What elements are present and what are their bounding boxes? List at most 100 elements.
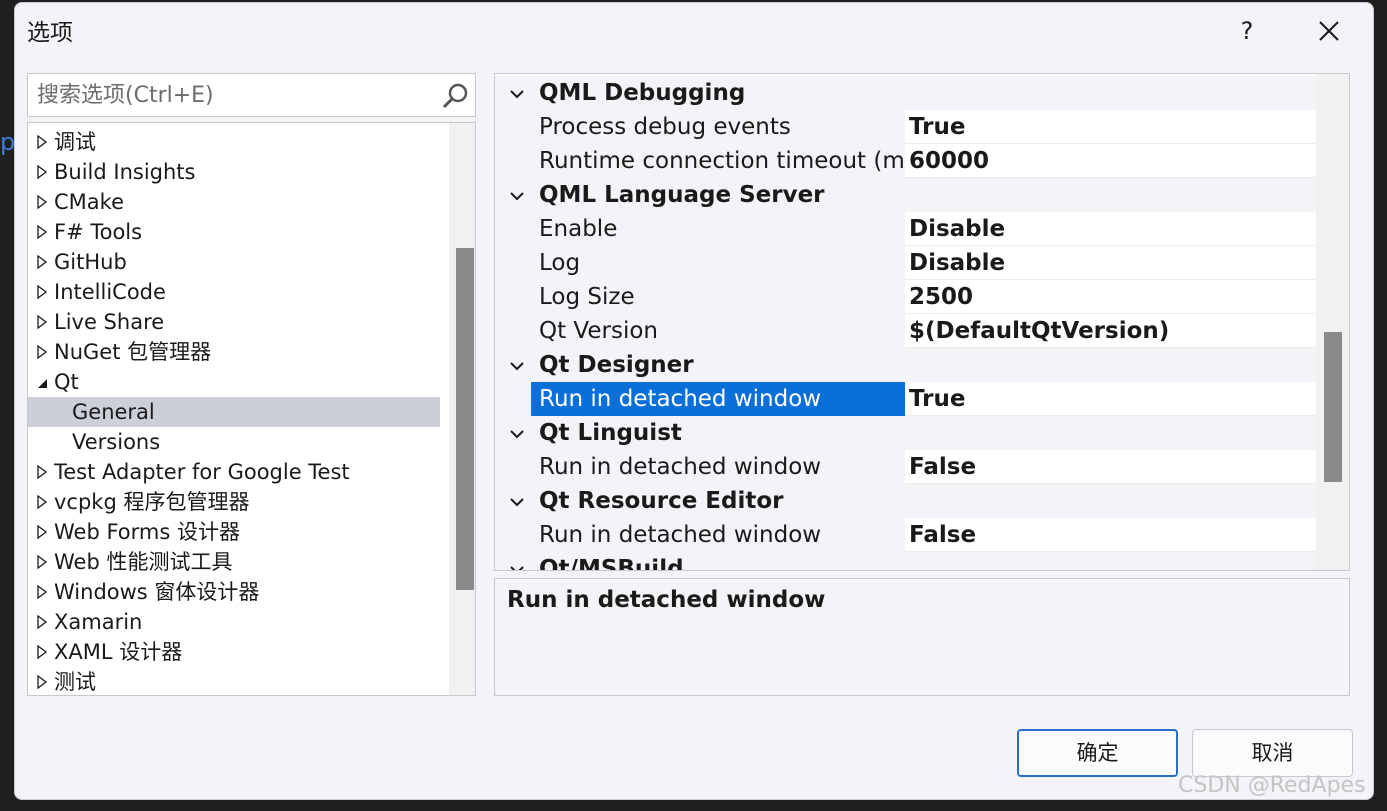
tree-item[interactable]: F# Tools <box>28 217 440 247</box>
tree-item[interactable]: Web Forms 设计器 <box>28 517 440 547</box>
property-row[interactable]: Log Disable <box>495 246 1316 280</box>
help-button[interactable]: ? <box>1227 11 1267 51</box>
ok-button[interactable]: 确定 <box>1017 729 1178 777</box>
tree-scrollbar-thumb[interactable] <box>456 248 474 590</box>
property-name[interactable]: Log <box>531 246 905 280</box>
property-row[interactable]: Runtime connection timeout (m 60000 <box>495 144 1316 178</box>
property-name[interactable]: Run in detached window <box>531 382 905 416</box>
property-value[interactable]: 60000 <box>905 144 1316 178</box>
property-value[interactable]: Disable <box>905 212 1316 246</box>
property-name[interactable]: Process debug events <box>531 110 905 144</box>
cancel-button[interactable]: 取消 <box>1192 729 1353 777</box>
collapsed-arrow-icon[interactable] <box>36 667 48 695</box>
tree-item[interactable]: 测试 <box>28 667 440 695</box>
tree-item[interactable]: XAML 设计器 <box>28 637 440 667</box>
row-gutter <box>495 212 531 246</box>
search-input[interactable] <box>28 74 428 116</box>
collapsed-arrow-icon[interactable] <box>36 517 48 547</box>
grid-scrollbar[interactable] <box>1316 74 1349 570</box>
collapsed-arrow-icon[interactable] <box>36 337 48 367</box>
category-row[interactable]: Qt Designer <box>495 348 1316 382</box>
collapsed-arrow-icon[interactable] <box>36 187 48 217</box>
tree-item-label: Live Share <box>54 310 165 334</box>
property-value-text: 60000 <box>909 148 990 174</box>
tree-item[interactable]: Live Share <box>28 307 440 337</box>
collapsed-arrow-icon[interactable] <box>36 127 48 157</box>
property-value[interactable]: False <box>905 450 1316 484</box>
property-value-text: $(DefaultQtVersion) <box>909 318 1170 344</box>
expanded-arrow-icon[interactable] <box>36 367 48 397</box>
property-name[interactable]: Qt Version <box>531 314 905 348</box>
property-name[interactable]: Log Size <box>531 280 905 314</box>
property-row[interactable]: Enable Disable <box>495 212 1316 246</box>
row-gutter <box>495 382 531 416</box>
collapsed-arrow-icon[interactable] <box>36 277 48 307</box>
tree-item[interactable]: Xamarin <box>28 607 440 637</box>
tree-item-label: vcpkg 程序包管理器 <box>54 490 250 514</box>
search-box <box>27 73 476 117</box>
property-row[interactable]: Run in detached window False <box>495 518 1316 552</box>
tree-item[interactable]: vcpkg 程序包管理器 <box>28 487 440 517</box>
tree-item[interactable]: Web 性能测试工具 <box>28 547 440 577</box>
tree-item-label: Qt <box>54 370 79 394</box>
collapsed-arrow-icon[interactable] <box>36 457 48 487</box>
tree-item-label: Web Forms 设计器 <box>54 520 240 544</box>
chevron-down-icon[interactable] <box>495 484 539 518</box>
property-value[interactable]: $(DefaultQtVersion) <box>905 314 1316 348</box>
collapsed-arrow-icon[interactable] <box>36 577 48 607</box>
property-row[interactable]: Log Size 2500 <box>495 280 1316 314</box>
tree-item-label: Build Insights <box>54 160 196 184</box>
property-value[interactable]: Disable <box>905 246 1316 280</box>
tree-item[interactable]: Versions <box>28 427 440 457</box>
category-row[interactable]: QML Debugging <box>495 76 1316 110</box>
property-value[interactable]: True <box>905 110 1316 144</box>
tree-item[interactable]: Test Adapter for Google Test <box>28 457 440 487</box>
property-row[interactable]: Qt Version $(DefaultQtVersion) <box>495 314 1316 348</box>
tree-item[interactable]: 调试 <box>28 127 440 157</box>
property-name[interactable]: Enable <box>531 212 905 246</box>
tree-item-label: 测试 <box>54 670 96 694</box>
tree-item[interactable]: IntelliCode <box>28 277 440 307</box>
category-row[interactable]: Qt Linguist <box>495 416 1316 450</box>
collapsed-arrow-icon[interactable] <box>36 217 48 247</box>
tree-scrollbar[interactable] <box>449 123 475 695</box>
category-row[interactable]: Qt Resource Editor <box>495 484 1316 518</box>
tree-item[interactable]: Build Insights <box>28 157 440 187</box>
property-row[interactable]: Process debug events True <box>495 110 1316 144</box>
category-label: Qt Designer <box>539 352 694 378</box>
chevron-down-icon[interactable] <box>495 178 539 212</box>
category-row[interactable]: QML Language Server <box>495 178 1316 212</box>
category-row[interactable]: Qt/MSBuild <box>495 552 1316 570</box>
chevron-down-icon[interactable] <box>495 552 539 570</box>
collapsed-arrow-icon[interactable] <box>36 637 48 667</box>
tree-item[interactable]: NuGet 包管理器 <box>28 337 440 367</box>
chevron-down-icon[interactable] <box>495 348 539 382</box>
property-name[interactable]: Run in detached window <box>531 450 905 484</box>
tree-item[interactable]: General <box>28 397 440 427</box>
tree-item[interactable]: Windows 窗体设计器 <box>28 577 440 607</box>
grid-scrollbar-thumb[interactable] <box>1324 332 1342 482</box>
property-row[interactable]: Run in detached window False <box>495 450 1316 484</box>
property-value[interactable]: True <box>905 382 1316 416</box>
tree-item[interactable]: Qt <box>28 367 440 397</box>
property-row[interactable]: Run in detached window True <box>495 382 1316 416</box>
collapsed-arrow-icon[interactable] <box>36 307 48 337</box>
tree-item-label: CMake <box>54 190 124 214</box>
property-name[interactable]: Runtime connection timeout (m <box>531 144 905 178</box>
chevron-down-icon[interactable] <box>495 416 539 450</box>
close-button[interactable] <box>1309 11 1349 51</box>
search-icon[interactable] <box>441 82 469 110</box>
collapsed-arrow-icon[interactable] <box>36 247 48 277</box>
tree-item[interactable]: CMake <box>28 187 440 217</box>
chevron-down-icon[interactable] <box>495 76 539 110</box>
row-gutter <box>495 110 531 144</box>
collapsed-arrow-icon[interactable] <box>36 607 48 637</box>
category-label: QML Debugging <box>539 80 746 106</box>
tree-item[interactable]: GitHub <box>28 247 440 277</box>
property-value[interactable]: False <box>905 518 1316 552</box>
collapsed-arrow-icon[interactable] <box>36 487 48 517</box>
property-name[interactable]: Run in detached window <box>531 518 905 552</box>
collapsed-arrow-icon[interactable] <box>36 547 48 577</box>
property-value[interactable]: 2500 <box>905 280 1316 314</box>
collapsed-arrow-icon[interactable] <box>36 157 48 187</box>
